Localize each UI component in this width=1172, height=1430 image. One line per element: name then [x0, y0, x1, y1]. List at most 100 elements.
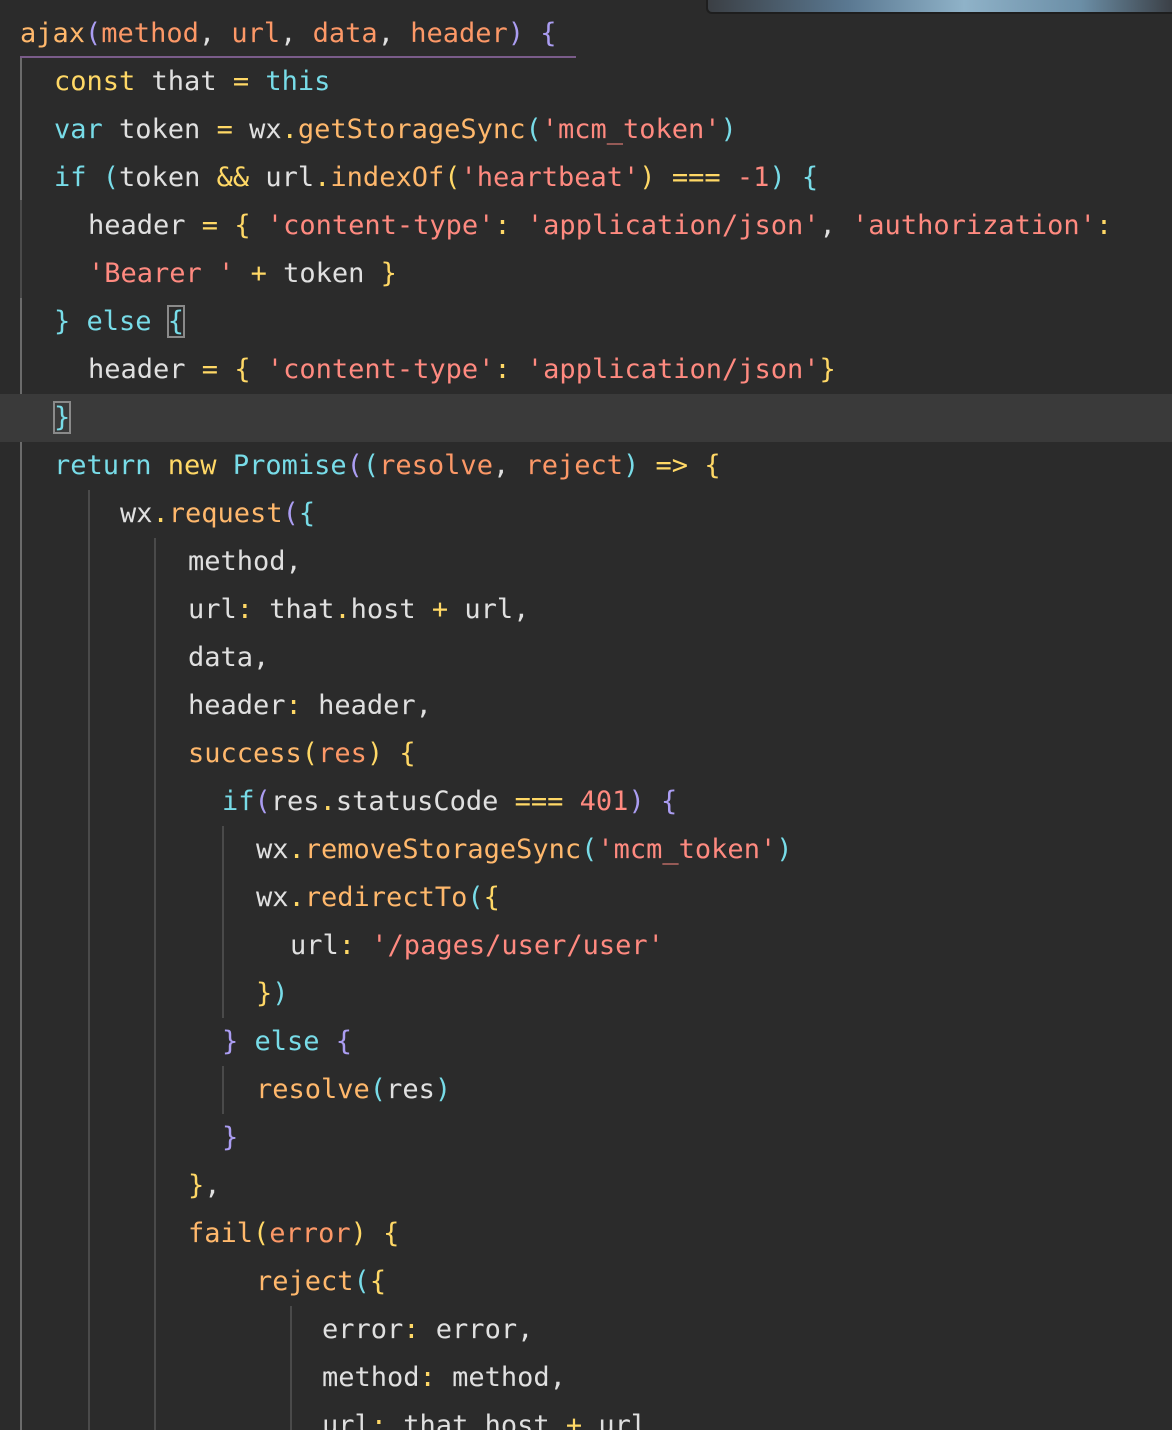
code-line[interactable]: }, [0, 1162, 1172, 1210]
code-line[interactable]: resolve(res) [0, 1066, 1172, 1114]
code-token: token [119, 162, 217, 193]
code-line[interactable]: url: '/pages/user/user' [0, 922, 1172, 970]
code-line[interactable]: if (token && url.indexOf('heartbeat') ==… [0, 154, 1172, 202]
code-token: , [198, 18, 232, 49]
code-token: ( [467, 882, 484, 913]
code-token: host [350, 594, 432, 625]
code-token: const [54, 66, 152, 97]
code-token: ( [254, 786, 271, 817]
code-token: that [269, 594, 335, 625]
code-token: -1 [736, 162, 770, 193]
code-token: var [54, 114, 120, 145]
code-line[interactable]: fail(error) { [0, 1210, 1172, 1258]
code-line[interactable]: wx.request({ [0, 490, 1172, 538]
code-token: ) [639, 162, 672, 193]
code-token: fail [188, 1218, 254, 1249]
code-line[interactable]: header = { 'content-type': 'application/… [0, 346, 1172, 394]
code-token: => [655, 450, 705, 481]
code-token: wx [249, 114, 282, 145]
code-token: redirectTo [304, 882, 468, 913]
code-line[interactable]: } else { [0, 298, 1172, 346]
code-token: } [52, 401, 72, 434]
code-line[interactable]: header = { 'content-type': 'application/… [0, 202, 1172, 250]
code-token: . [288, 882, 305, 913]
code-editor[interactable]: ajax(method, url, data, header) {const t… [0, 0, 1172, 1430]
code-token: url [231, 18, 281, 49]
code-token: ) [350, 1218, 384, 1249]
code-token: ajax [20, 18, 86, 49]
code-token: url [188, 594, 237, 625]
code-token: , [285, 546, 302, 577]
code-token: ) [769, 162, 802, 193]
code-line[interactable]: var token = wx.getStorageSync('mcm_token… [0, 106, 1172, 154]
code-token: && [216, 162, 266, 193]
code-token: . [468, 1410, 485, 1430]
code-token: host [484, 1410, 566, 1430]
code-line[interactable]: success(res) { [0, 730, 1172, 778]
code-token: ) [366, 738, 400, 769]
code-line[interactable]: const that = this [0, 58, 1172, 106]
code-token: getStorageSync [297, 114, 526, 145]
code-token: that [151, 66, 233, 97]
code-token: Promise [232, 450, 347, 481]
code-line[interactable]: 'Bearer ' + token } [0, 250, 1172, 298]
code-line[interactable]: ajax(method, url, data, header) { [0, 10, 1172, 58]
code-line[interactable]: method, [0, 538, 1172, 586]
code-token: ) [272, 978, 289, 1009]
code-token: resolve [379, 450, 493, 481]
code-token: indexOf [330, 162, 445, 193]
code-token: url [265, 162, 315, 193]
code-token: = [216, 114, 250, 145]
code-line[interactable]: reject({ [0, 1258, 1172, 1306]
code-token: 'application/json' [526, 210, 820, 241]
code-token: ) [507, 18, 541, 49]
code-token: header [88, 210, 202, 241]
code-line[interactable]: wx.redirectTo({ [0, 874, 1172, 922]
code-token: + [234, 258, 284, 289]
code-token: that [403, 1410, 469, 1430]
code-line[interactable]: } [0, 1114, 1172, 1162]
code-line[interactable]: if(res.statusCode === 401) { [0, 778, 1172, 826]
code-line[interactable]: } [0, 394, 1172, 442]
code-token: } [222, 1026, 255, 1057]
code-line[interactable]: return new Promise((resolve, reject) => … [0, 442, 1172, 490]
code-token: wx [120, 498, 153, 529]
code-token: new [167, 450, 233, 481]
code-line[interactable]: url: that.host + url [0, 1402, 1172, 1430]
code-token: { [335, 1026, 353, 1057]
code-line[interactable]: url: that.host + url, [0, 586, 1172, 634]
code-token: method [101, 18, 199, 49]
code-token: ( [346, 450, 363, 481]
code-token: wx [256, 834, 289, 865]
code-token: 401 [579, 786, 629, 817]
code-token: this [265, 66, 331, 97]
code-token: header [318, 690, 416, 721]
code-token: { [234, 210, 267, 241]
code-token: resolve [256, 1074, 370, 1105]
code-line[interactable]: header: header, [0, 682, 1172, 730]
code-line[interactable]: wx.removeStorageSync('mcm_token') [0, 826, 1172, 874]
code-token: === [671, 162, 737, 193]
code-token: { [166, 305, 186, 338]
code-token: . [152, 498, 169, 529]
code-token: . [281, 114, 298, 145]
code-token: url [322, 1410, 371, 1430]
code-token: , [204, 1170, 221, 1201]
code-token: } [54, 306, 87, 337]
code-token: 'authorization' [852, 210, 1096, 241]
code-token: res [318, 738, 367, 769]
code-token: ) [628, 786, 661, 817]
code-line[interactable]: method: method, [0, 1354, 1172, 1402]
code-line[interactable]: data, [0, 634, 1172, 682]
code-token: , [280, 18, 313, 49]
code-token: else [254, 1026, 336, 1057]
code-token: , [492, 450, 526, 481]
code-line[interactable]: } else { [0, 1018, 1172, 1066]
code-token: , [253, 642, 270, 673]
code-token: : [403, 1314, 436, 1345]
code-line[interactable]: error: error, [0, 1306, 1172, 1354]
code-line[interactable]: }) [0, 970, 1172, 1018]
code-token: : [236, 594, 270, 625]
code-token: wx [256, 882, 289, 913]
code-token: ( [353, 1266, 370, 1297]
